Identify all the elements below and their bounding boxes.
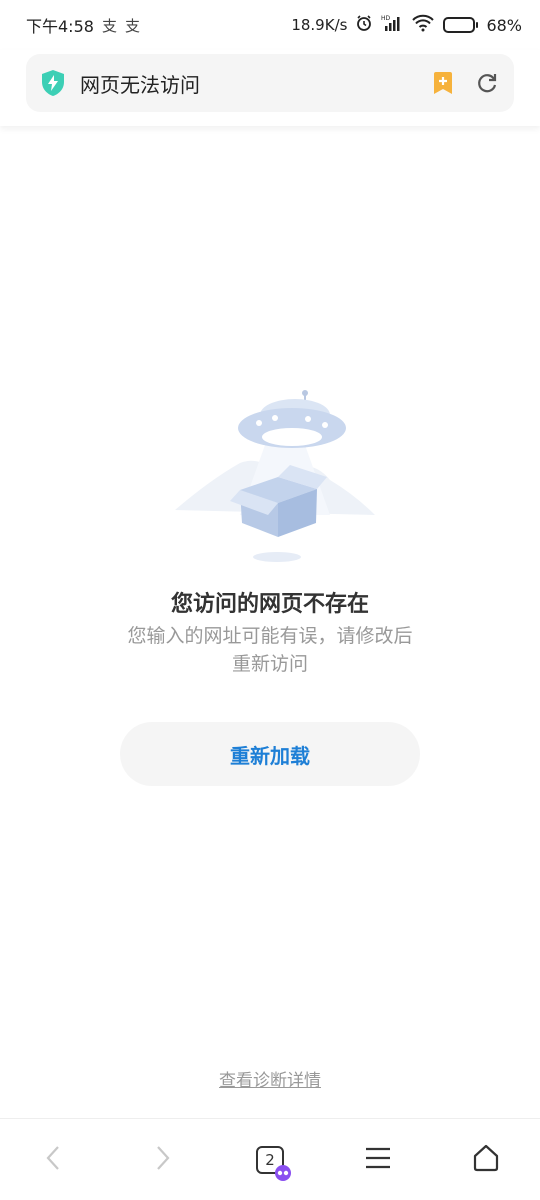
- refresh-icon[interactable]: [474, 70, 500, 96]
- tabs-button[interactable]: 2: [240, 1130, 300, 1190]
- wifi-icon: [411, 14, 435, 36]
- bottom-nav: 2: [0, 1118, 540, 1200]
- home-button[interactable]: [456, 1130, 516, 1190]
- hamburger-menu-icon: [364, 1146, 392, 1174]
- error-subtitle: 您输入的网址可能有误，请修改后 重新访问: [100, 622, 440, 678]
- diagnostics-link-container: 查看诊断详情: [0, 1066, 540, 1091]
- net-speed: 18.9K/s: [291, 16, 348, 34]
- status-time: 下午4:58: [26, 17, 94, 36]
- status-left: 下午4:58 支 支: [26, 13, 140, 37]
- signal-icon: HD: [381, 14, 403, 36]
- notification-icon: 支: [101, 16, 117, 35]
- chevron-left-icon: [44, 1144, 64, 1176]
- notification-icon: 支: [124, 16, 140, 35]
- address-bar-container: 网页无法访问: [0, 50, 540, 126]
- forward-button[interactable]: [132, 1130, 192, 1190]
- incognito-mask-icon: [275, 1164, 291, 1181]
- svg-text:HD: HD: [381, 15, 391, 22]
- page-title[interactable]: 网页无法访问: [80, 69, 430, 98]
- tab-count-number: 2: [265, 1150, 275, 1169]
- alarm-icon: [355, 14, 373, 36]
- error-title: 您访问的网页不存在: [170, 592, 369, 617]
- menu-button[interactable]: [348, 1130, 408, 1190]
- address-bar[interactable]: 网页无法访问: [26, 54, 514, 112]
- security-shield-icon[interactable]: [40, 70, 66, 96]
- chevron-right-icon: [152, 1144, 172, 1176]
- battery-icon: [443, 17, 479, 33]
- error-subtitle-line1: 您输入的网址可能有误，请修改后: [127, 625, 413, 647]
- back-button[interactable]: [24, 1130, 84, 1190]
- add-bookmark-icon[interactable]: [430, 70, 456, 96]
- diagnostics-link[interactable]: 查看诊断详情: [219, 1071, 321, 1091]
- tab-count: 2: [256, 1145, 291, 1181]
- address-actions: [430, 70, 500, 96]
- error-subtitle-line2: 重新访问: [231, 653, 308, 675]
- status-right: 18.9K/s HD 68%: [291, 14, 522, 36]
- reload-button[interactable]: 重新加载: [120, 722, 420, 786]
- status-bar: 下午4:58 支 支 18.9K/s HD 68%: [0, 0, 540, 50]
- home-icon: [471, 1143, 501, 1177]
- ufo-box-illustration: [160, 385, 380, 565]
- battery-percent: 68%: [486, 15, 522, 35]
